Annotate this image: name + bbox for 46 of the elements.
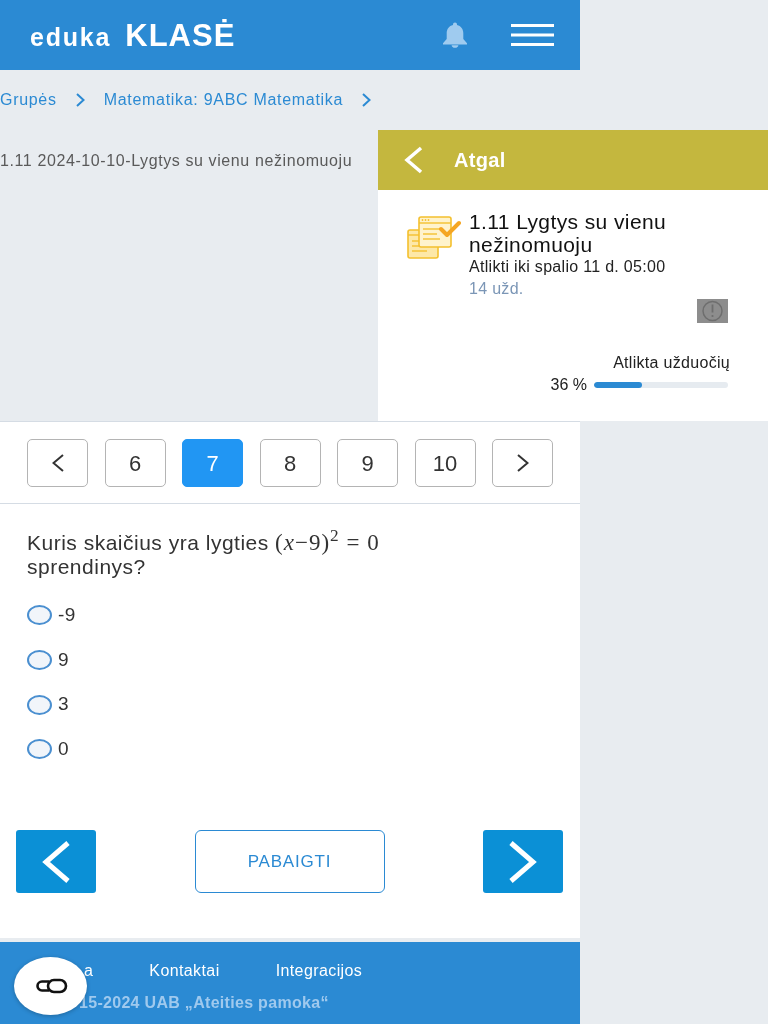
breadcrumb-link[interactable]: Grupės [0, 88, 57, 112]
menu-button[interactable] [511, 24, 554, 46]
chevron-right-icon [507, 840, 539, 883]
page-button[interactable]: 8 [259, 439, 321, 487]
assignment-title: 1.11 2024-10-10-Lygtys su vienu nežinomuoju [0, 152, 353, 169]
option-label: 3 [58, 692, 70, 717]
chevron-left-icon [40, 840, 72, 883]
page-button[interactable]: 7 [182, 439, 243, 487]
documents-check-icon [407, 215, 461, 260]
page-button[interactable]: 9 [337, 439, 398, 487]
back-button[interactable]: Atgal [378, 130, 768, 190]
chevron-right-icon [362, 93, 372, 107]
next-page-button[interactable] [492, 439, 553, 487]
logo-wordmark: eduka [30, 24, 112, 50]
deadline-text: Atlikti iki spalio 11 d. 05:00 [469, 257, 667, 277]
previous-page-button[interactable] [27, 439, 88, 487]
page-button[interactable]: 10 [414, 439, 476, 487]
footer-link[interactable]: Integracijos [275, 960, 363, 982]
page-button[interactable]: 6 [104, 439, 166, 487]
radio-button[interactable] [27, 739, 52, 760]
link-icon [33, 978, 68, 994]
option-label: 9 [58, 647, 70, 672]
chevron-right-icon [75, 93, 85, 107]
chevron-left-icon [403, 146, 423, 174]
menu-icon [511, 24, 554, 46]
radio-button[interactable] [27, 650, 52, 671]
radio-button[interactable] [27, 694, 52, 715]
chevron-right-icon [516, 454, 529, 472]
footer-link[interactable]: Kontaktai [149, 960, 220, 982]
option-label: -9 [58, 603, 76, 628]
logo-label: KLASĖ [125, 19, 236, 51]
option-label: 0 [58, 737, 70, 762]
progress-label: Atlikta užduočių [612, 354, 730, 372]
footer-link[interactable]: a [84, 960, 94, 982]
copyright-text: 15-2024 UAB „Ateities pamoka“ [79, 993, 329, 1013]
task-title: 1.11 Lygtys su vienu nežinomuoju [469, 210, 668, 256]
chevron-left-icon [51, 454, 64, 472]
task-count: 14 užd. [469, 279, 525, 299]
question-text: Kuris skaičius yra lygties (x−9)$^{2}$ = 0 sprendinys? [27, 531, 381, 579]
radio-button[interactable] [27, 605, 52, 626]
previous-question-button[interactable] [16, 830, 96, 893]
breadcrumb-link[interactable]: Matematika: 9ABC Matematika [103, 88, 344, 112]
finish-button[interactable]: PABAIGTI [194, 830, 385, 893]
progress-percent: 36 % [550, 376, 587, 394]
bell-icon[interactable] [441, 22, 469, 48]
next-question-button[interactable] [483, 830, 563, 893]
